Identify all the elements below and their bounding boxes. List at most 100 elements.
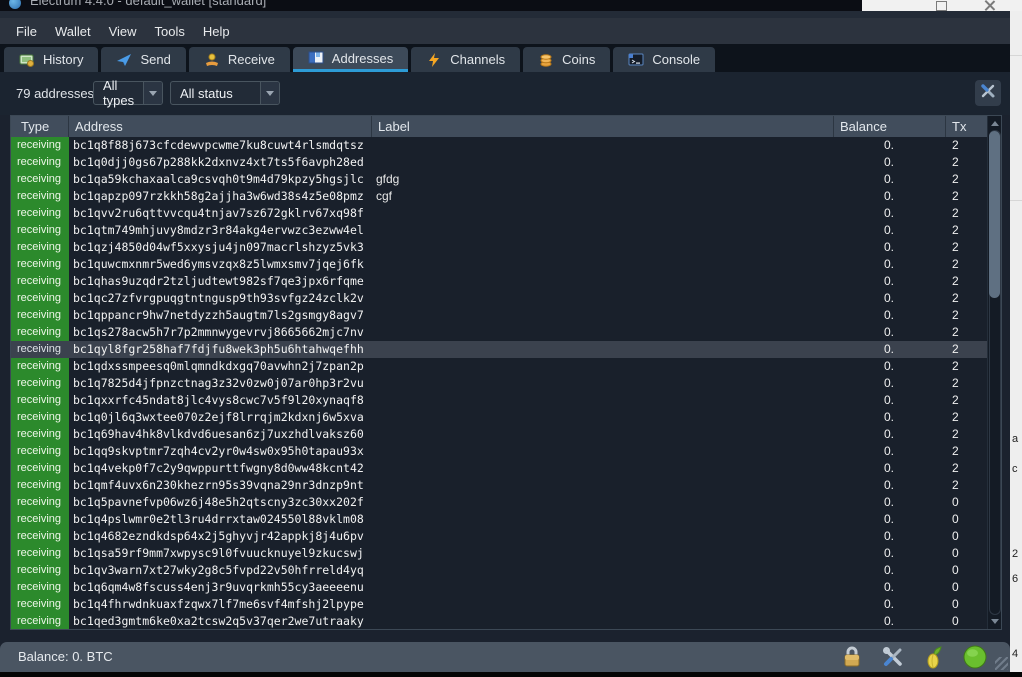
column-header-tx[interactable]: Tx xyxy=(946,116,987,137)
balance-cell: 0. xyxy=(883,274,894,288)
address-row[interactable]: receiving bc1q0djj0gs67p288kk2dxnvz4xt7t… xyxy=(11,154,987,171)
address-row[interactable]: receiving bc1qdxssmpeesq0mlqmndkdxgq70av… xyxy=(11,358,987,375)
address-row[interactable]: receiving bc1q4682ezndkdsp64x2j5ghyvjr42… xyxy=(11,528,987,545)
menu-view[interactable]: View xyxy=(100,24,146,39)
tab-label: Addresses xyxy=(331,50,394,66)
type-badge: receiving xyxy=(11,239,69,256)
address-cell: bc1qxxrfc45ndat8jlc4vys8cwc7v5f9l20xynaq… xyxy=(73,393,364,407)
tx-count-cell: 0 xyxy=(952,563,959,577)
scroll-up-icon[interactable] xyxy=(988,117,1001,130)
address-row[interactable]: receiving bc1qsa59rf9mm7xwpysc9l0fvuuckn… xyxy=(11,545,987,562)
menu-file[interactable]: File xyxy=(7,24,46,39)
address-cell: bc1q7825d4jfpnzctnag3z32v0zw0j07ar0hp3r2… xyxy=(73,376,364,390)
label-cell xyxy=(372,273,834,290)
address-row[interactable]: receiving bc1qq9skvptmr7zqh4cv2yr0w4sw0x… xyxy=(11,443,987,460)
label-cell: gfdg xyxy=(376,172,400,186)
address-cell: bc1qhas9uzqdr2tzljudtewt982sf7qe3jpx6rfq… xyxy=(73,274,364,288)
address-row[interactable]: receiving bc1q8f88j673cfcdewvpcwme7ku8cu… xyxy=(11,137,987,154)
column-header-type[interactable]: Type xyxy=(11,116,69,137)
balance-cell: 0. xyxy=(883,257,894,271)
address-row[interactable]: receiving bc1q4fhrwdnkuaxfzqwx7lf7me6svf… xyxy=(11,596,987,613)
address-cell: bc1q4682ezndkdsp64x2j5ghyvjr42appkj8j4u6… xyxy=(73,529,364,543)
label-cell xyxy=(372,477,834,494)
vertical-scrollbar[interactable] xyxy=(987,116,1001,629)
scroll-down-icon[interactable] xyxy=(988,615,1001,628)
tab-coins[interactable]: Coins xyxy=(523,47,611,72)
address-row[interactable]: receiving bc1qed3gmtm6ke0xa2tcsw2q5v37qe… xyxy=(11,613,987,629)
type-badge: receiving xyxy=(11,358,69,375)
address-row[interactable]: receiving bc1qa59kchaxaalca9csvqh0t9m4d7… xyxy=(11,171,987,188)
type-filter-dropdown[interactable]: All types xyxy=(93,78,163,108)
tab-history[interactable]: History xyxy=(4,47,99,72)
address-row[interactable]: receiving bc1qtm749mhjuvy8mdzr3r84akg4er… xyxy=(11,222,987,239)
address-row[interactable]: receiving bc1q4vekp0f7c2y9qwppurttfwgny8… xyxy=(11,460,987,477)
resize-grip[interactable] xyxy=(995,657,1008,670)
address-row[interactable]: receiving bc1qhas9uzqdr2tzljudtewt982sf7… xyxy=(11,273,987,290)
lock-icon[interactable] xyxy=(839,644,865,670)
tab-addresses[interactable]: Addresses xyxy=(292,47,409,72)
type-badge: receiving xyxy=(11,426,69,443)
maximize-icon[interactable] xyxy=(936,1,947,11)
balance-cell: 0. xyxy=(883,308,894,322)
column-header-address[interactable]: Address xyxy=(69,116,372,137)
menu-tools[interactable]: Tools xyxy=(146,24,194,39)
tab-channels[interactable]: Channels xyxy=(411,47,521,72)
send-icon xyxy=(116,52,132,68)
address-row[interactable]: receiving bc1qzj4850d04wf5xxysju4jn097ma… xyxy=(11,239,987,256)
close-icon[interactable] xyxy=(984,0,995,11)
address-row[interactable]: receiving bc1qc27zfvrgpuqgtntngusp9th93s… xyxy=(11,290,987,307)
window-top-border xyxy=(0,11,1010,18)
tools-icon[interactable] xyxy=(880,644,906,670)
address-row[interactable]: receiving bc1q69hav4hk8vlkdvd6uesan6zj7u… xyxy=(11,426,987,443)
type-badge: receiving xyxy=(11,613,69,629)
address-row[interactable]: receiving bc1quwcmxnmr5wed6ymsvzqx8z5lwm… xyxy=(11,256,987,273)
address-row[interactable]: receiving bc1q6qm4w8fscuss4enj3r9uvqrkmh… xyxy=(11,579,987,596)
address-row[interactable]: receiving bc1qppancr9hw7netdyzzh5augtm7l… xyxy=(11,307,987,324)
address-row[interactable]: receiving bc1q4pslwmr0e2tl3ru4drrxtaw024… xyxy=(11,511,987,528)
balance-cell: 0. xyxy=(883,461,894,475)
balance-cell: 0. xyxy=(883,172,894,186)
tx-count-cell: 2 xyxy=(952,155,959,169)
column-header-balance[interactable]: Balance xyxy=(834,116,946,137)
window-title: Electrum 4.4.0 - default_wallet [standar… xyxy=(30,0,267,8)
tab-console[interactable]: Console xyxy=(613,47,716,72)
network-status-icon[interactable] xyxy=(962,644,988,670)
address-row[interactable]: receiving bc1qs278acw5h7r7p2mmnwygevrvj8… xyxy=(11,324,987,341)
tab-receive[interactable]: Receive xyxy=(188,47,290,72)
address-row[interactable]: receiving bc1q5pavnefvp06wz6j48e5h2qtscn… xyxy=(11,494,987,511)
address-row[interactable]: receiving bc1qmf4uvx6n230khezrn95s39vqna… xyxy=(11,477,987,494)
address-row[interactable]: receiving bc1qvv2ru6qttvvcqu4tnjav7sz672… xyxy=(11,205,987,222)
column-header-label[interactable]: Label xyxy=(372,116,834,137)
address-cell: bc1qsa59rf9mm7xwpysc9l0fvuucknuyel9zkucs… xyxy=(73,546,364,560)
status-filter-dropdown[interactable]: All status xyxy=(170,81,280,105)
balance-cell: 0. xyxy=(883,393,894,407)
tx-count-cell: 2 xyxy=(952,427,959,441)
type-badge: receiving xyxy=(11,460,69,477)
tab-send[interactable]: Send xyxy=(101,47,186,72)
address-row[interactable]: receiving bc1q0jl6q3wxtee070z2ejf8lrrqjm… xyxy=(11,409,987,426)
tx-count-cell: 2 xyxy=(952,189,959,203)
toolbar-settings-button[interactable] xyxy=(975,80,1001,106)
menu-help[interactable]: Help xyxy=(194,24,239,39)
background-text-fragment: 2 xyxy=(1012,548,1019,560)
type-badge: receiving xyxy=(11,494,69,511)
balance-cell: 0. xyxy=(883,597,894,611)
scrollbar-thumb[interactable] xyxy=(989,131,1000,298)
window-titlebar[interactable]: Electrum 4.4.0 - default_wallet [standar… xyxy=(0,0,862,11)
menu-wallet[interactable]: Wallet xyxy=(46,24,100,39)
address-row[interactable]: receiving bc1qyl8fgr258haf7fdjfu8wek3ph5… xyxy=(11,341,987,358)
tx-count-cell: 2 xyxy=(952,274,959,288)
address-row[interactable]: receiving bc1qxxrfc45ndat8jlc4vys8cwc7v5… xyxy=(11,392,987,409)
address-cell: bc1qc27zfvrgpuqgtntngusp9th93svfgz24zclk… xyxy=(73,291,364,305)
type-badge: receiving xyxy=(11,290,69,307)
type-badge: receiving xyxy=(11,409,69,426)
address-row[interactable]: receiving bc1qapzp097rzkkh58g2ajjha3w6wd… xyxy=(11,188,987,205)
address-cell: bc1q6qm4w8fscuss4enj3r9uvqrkmh55cy3aeeee… xyxy=(73,580,364,594)
seed-icon[interactable] xyxy=(921,644,947,670)
address-row[interactable]: receiving bc1qv3warn7xt27wky2g8c5fvpd22v… xyxy=(11,562,987,579)
address-row[interactable]: receiving bc1q7825d4jfpnzctnag3z32v0zw0j… xyxy=(11,375,987,392)
balance-cell: 0. xyxy=(883,563,894,577)
type-badge: receiving xyxy=(11,222,69,239)
balance-cell: 0. xyxy=(883,427,894,441)
balance-cell: 0. xyxy=(883,359,894,373)
